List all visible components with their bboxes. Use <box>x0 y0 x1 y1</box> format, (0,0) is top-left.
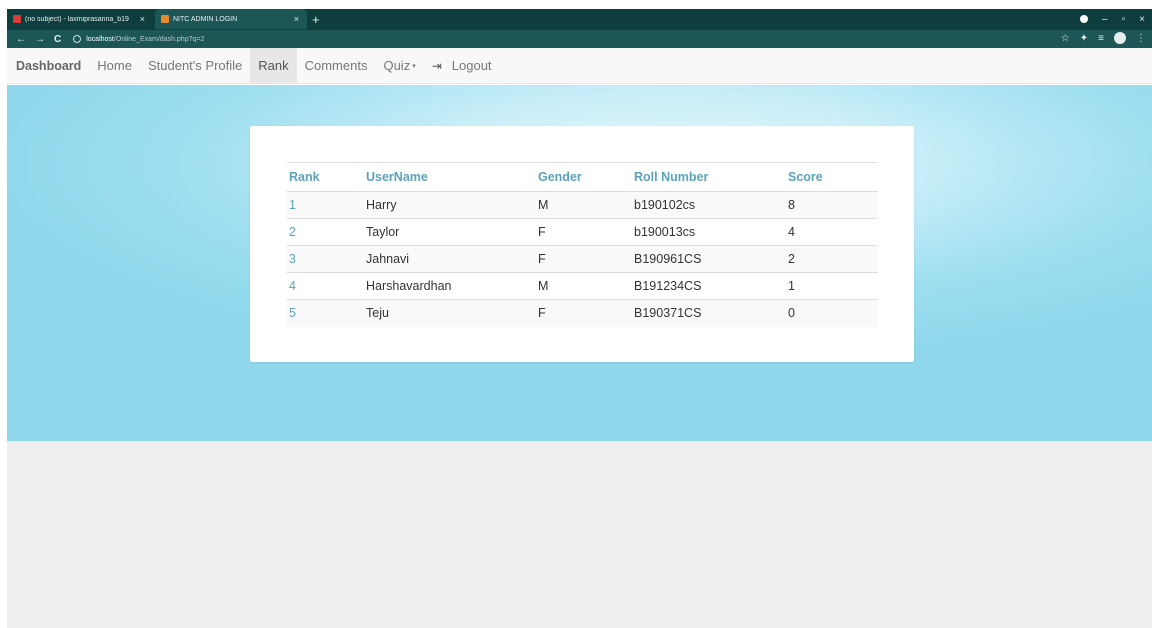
new-tab-button[interactable]: + <box>312 12 320 27</box>
nav-students-profile[interactable]: Student's Profile <box>140 48 250 83</box>
browser-toolbar: ← → C localhost /Online_Exam/dash.php?q=… <box>7 30 1152 48</box>
site-navbar: Dashboard Home Student's Profile Rank Co… <box>7 48 1152 84</box>
reload-button[interactable]: C <box>54 34 61 45</box>
site-favicon-icon <box>161 15 169 23</box>
nav-rank[interactable]: Rank <box>250 48 297 83</box>
username-cell: Jahnavi <box>364 245 536 273</box>
table-row: 2 Taylor F b190013cs 4 <box>287 218 878 246</box>
username-cell: Teju <box>364 299 536 327</box>
roll-cell: B190371CS <box>632 299 786 327</box>
score-cell: 4 <box>786 218 878 246</box>
table-row: 4 Harshavardhan M B191234CS 1 <box>287 272 878 300</box>
roll-cell: B191234CS <box>632 272 786 300</box>
close-tab-icon[interactable]: × <box>294 14 299 24</box>
more-menu-icon[interactable]: ⋮ <box>1136 33 1146 44</box>
table-row: 5 Teju F B190371CS 0 <box>287 299 878 327</box>
gender-cell: M <box>536 191 632 219</box>
url-path: /Online_Exam/dash.php?q=2 <box>113 35 205 43</box>
roll-cell: b190013cs <box>632 218 786 246</box>
rank-cell: 1 <box>287 191 364 219</box>
col-score-header: Score <box>786 162 878 192</box>
forward-button[interactable]: → <box>35 34 45 45</box>
rank-cell: 5 <box>287 299 364 327</box>
browser-chrome: (no subject) - laxmiprasanna_b19 × NITC … <box>7 9 1152 48</box>
col-rank-header: Rank <box>287 162 364 192</box>
tab-title: (no subject) - laxmiprasanna_b19 <box>25 15 129 23</box>
page-footer-area <box>7 441 1152 628</box>
gender-cell: M <box>536 272 632 300</box>
close-tab-icon[interactable]: × <box>140 14 145 24</box>
info-icon[interactable] <box>73 35 82 43</box>
url-host: localhost <box>86 35 114 43</box>
nav-comments[interactable]: Comments <box>297 48 376 83</box>
score-cell: 0 <box>786 299 878 327</box>
nav-home[interactable]: Home <box>89 48 140 83</box>
gender-cell: F <box>536 218 632 246</box>
table-header-row: Rank UserName Gender Roll Number Score <box>287 162 878 192</box>
rank-table: Rank UserName Gender Roll Number Score 1… <box>287 162 878 327</box>
profile-indicator-icon[interactable] <box>1080 15 1089 23</box>
gender-cell: F <box>536 245 632 273</box>
score-cell: 2 <box>786 245 878 273</box>
chevron-down-icon: ▾ <box>412 62 416 70</box>
address-bar[interactable]: localhost /Online_Exam/dash.php?q=2 <box>73 35 204 43</box>
table-row: 3 Jahnavi F B190961CS 2 <box>287 245 878 273</box>
roll-cell: b190102cs <box>632 191 786 219</box>
maximize-button[interactable]: ▫ <box>1122 14 1126 25</box>
table-row: 1 Harry M b190102cs 8 <box>287 191 878 219</box>
username-cell: Harshavardhan <box>364 272 536 300</box>
rank-panel: Rank UserName Gender Roll Number Score 1… <box>250 126 914 362</box>
username-cell: Harry <box>364 191 536 219</box>
tab-bar: (no subject) - laxmiprasanna_b19 × NITC … <box>7 9 1152 29</box>
close-window-button[interactable]: × <box>1139 14 1145 25</box>
tab-nitc-admin[interactable]: NITC ADMIN LOGIN × <box>155 9 307 29</box>
tab-title: NITC ADMIN LOGIN <box>173 15 238 23</box>
rank-cell: 4 <box>287 272 364 300</box>
rank-cell: 2 <box>287 218 364 246</box>
col-roll-header: Roll Number <box>632 162 786 192</box>
score-cell: 1 <box>786 272 878 300</box>
back-button[interactable]: ← <box>16 34 26 45</box>
tab-gmail[interactable]: (no subject) - laxmiprasanna_b19 × <box>13 9 153 29</box>
username-cell: Taylor <box>364 218 536 246</box>
profile-avatar-icon[interactable] <box>1114 32 1126 44</box>
bookmark-star-icon[interactable]: ☆ <box>1061 33 1070 44</box>
col-username-header: UserName <box>364 162 536 192</box>
logout-icon: ⇥ <box>431 58 442 73</box>
reading-list-icon[interactable]: ≡ <box>1098 33 1104 44</box>
nav-logout[interactable]: ⇥ Logout <box>424 48 500 83</box>
score-cell: 8 <box>786 191 878 219</box>
nav-logout-label: Logout <box>451 58 492 73</box>
nav-quiz-dropdown[interactable]: Quiz ▾ <box>375 48 423 83</box>
rank-cell: 3 <box>287 245 364 273</box>
col-gender-header: Gender <box>536 162 632 192</box>
window-controls: – ▫ × <box>1073 10 1152 28</box>
roll-cell: B190961CS <box>632 245 786 273</box>
extensions-icon[interactable]: ✦ <box>1080 33 1088 44</box>
gender-cell: F <box>536 299 632 327</box>
toolbar-icons: ☆ ✦ ≡ ⋮ <box>1051 32 1146 44</box>
minimize-button[interactable]: – <box>1102 14 1108 25</box>
gmail-icon <box>13 15 21 23</box>
brand-dashboard[interactable]: Dashboard <box>7 48 89 83</box>
nav-quiz-label: Quiz <box>383 58 411 73</box>
